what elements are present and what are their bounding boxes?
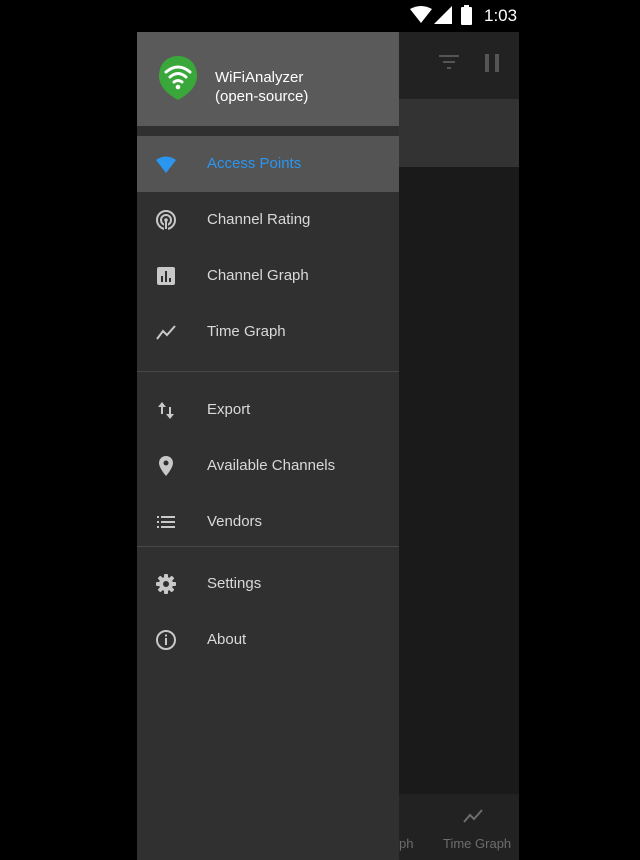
battery-icon <box>461 5 472 30</box>
drawer-divider <box>137 371 399 372</box>
import-export-icon <box>155 399 177 421</box>
filter-icon[interactable] <box>439 54 459 75</box>
drawer-item-label: Channel Rating <box>207 211 311 228</box>
info-icon <box>155 629 177 651</box>
app-name-line2: (open-source) <box>215 88 309 105</box>
list-icon <box>155 511 177 533</box>
drawer-item-about[interactable]: About <box>137 612 399 668</box>
drawer-item-label: Channel Graph <box>207 267 309 284</box>
drawer-divider <box>137 546 399 547</box>
drawer-item-label: Vendors <box>207 513 263 530</box>
drawer-header: WiFiAnalyzer (open-source) <box>137 32 399 126</box>
app-name-line1: WiFiAnalyzer <box>215 69 304 86</box>
cellular-signal-icon <box>434 6 452 29</box>
location-pin-icon <box>155 455 177 477</box>
drawer-item-channel-rating[interactable]: Channel Rating <box>137 192 399 248</box>
drawer-item-label: Export <box>207 401 251 418</box>
app-name: WiFiAnalyzer (open-source) <box>215 68 308 106</box>
navigation-drawer: WiFiAnalyzer (open-source) Access Points <box>137 32 399 860</box>
drawer-item-label: About <box>207 631 247 648</box>
drawer-item-label: Settings <box>207 575 262 592</box>
drawer-item-label: Available Channels <box>207 457 336 474</box>
status-time: 1:03 <box>484 6 518 25</box>
time-graph-nav-icon[interactable] <box>463 808 483 829</box>
drawer-item-settings[interactable]: Settings <box>137 556 399 612</box>
bar-graph-icon <box>155 265 177 287</box>
line-graph-icon <box>155 321 177 343</box>
drawer-item-label: Time Graph <box>207 323 286 340</box>
drawer-item-time-graph[interactable]: Time Graph <box>137 304 399 360</box>
status-bar: 1:03 <box>0 0 640 32</box>
drawer-item-available-channels[interactable]: Available Channels <box>137 438 399 494</box>
app-logo-icon <box>157 54 199 102</box>
pause-icon[interactable] <box>485 54 499 77</box>
drawer-item-label: Access Points <box>207 155 302 172</box>
wifi-status-icon <box>410 6 432 29</box>
drawer-item-channel-graph[interactable]: Channel Graph <box>137 248 399 304</box>
wifi-icon <box>155 153 177 175</box>
signal-rating-icon <box>155 209 177 231</box>
drawer-item-access-points[interactable]: Access Points <box>137 136 399 192</box>
gear-icon <box>155 573 177 595</box>
screen: 1:03 ph Time Graph WiFiAnalyzer (open-so… <box>0 0 640 860</box>
drawer-item-export[interactable]: Export <box>137 382 399 438</box>
bottom-nav-time-graph[interactable]: Time Graph <box>443 836 511 851</box>
drawer-item-vendors[interactable]: Vendors <box>137 494 399 550</box>
bottom-nav-partial-label[interactable]: ph <box>399 836 413 851</box>
